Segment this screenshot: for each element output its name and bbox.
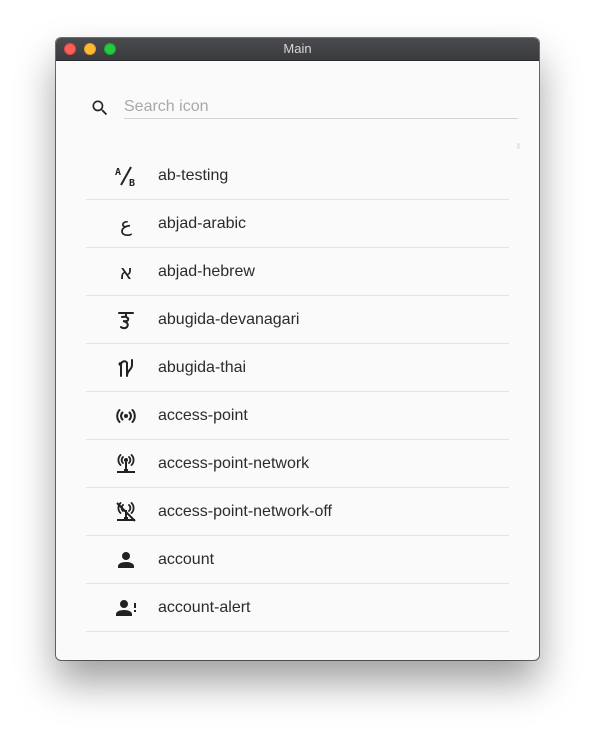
icon-name: access-point bbox=[158, 407, 248, 424]
icon-name: account-alert bbox=[158, 599, 251, 616]
account-icon bbox=[118, 552, 134, 568]
list-item[interactable]: abugida-devanagari bbox=[86, 296, 509, 344]
abjad-arabic-icon: ع bbox=[120, 212, 132, 236]
icon-name: access-point-network-off bbox=[158, 503, 332, 520]
icon-name: ab-testing bbox=[158, 167, 229, 184]
abjad-hebrew-icon: א bbox=[119, 260, 133, 284]
access-point-network-off-icon bbox=[116, 502, 136, 522]
search-bar bbox=[90, 96, 520, 120]
list-item[interactable]: ع abjad-arabic bbox=[86, 200, 509, 248]
title-bar[interactable]: Main bbox=[56, 38, 539, 61]
icon-name: account bbox=[158, 551, 215, 568]
icon-name: abjad-arabic bbox=[158, 215, 247, 232]
list-item[interactable]: access-point bbox=[86, 392, 509, 440]
search-input[interactable] bbox=[124, 96, 518, 119]
abugida-devanagari-icon bbox=[118, 312, 134, 330]
abugida-thai-icon bbox=[118, 359, 133, 377]
icon-name: abugida-thai bbox=[158, 359, 247, 376]
list-item[interactable]: access-point-network-off bbox=[86, 488, 509, 536]
list-item[interactable]: א abjad-hebrew bbox=[86, 248, 509, 296]
app-window: Main A B ab-testing ع abjad-arabic א abj… bbox=[56, 38, 539, 660]
access-point-network-icon bbox=[117, 454, 135, 473]
icon-list: A B ab-testing ع abjad-arabic א abjad-he… bbox=[86, 152, 509, 632]
list-item[interactable]: A B ab-testing bbox=[86, 152, 509, 200]
account-alert-icon bbox=[116, 600, 136, 616]
svg-text:A: A bbox=[115, 167, 121, 178]
list-item[interactable]: access-point-network bbox=[86, 440, 509, 488]
window-title: Main bbox=[283, 41, 312, 56]
svg-text:B: B bbox=[129, 178, 135, 188]
access-point-icon bbox=[116, 409, 136, 423]
list-item[interactable]: abugida-thai bbox=[86, 344, 509, 392]
icon-name: access-point-network bbox=[158, 455, 310, 472]
search-icon bbox=[92, 100, 108, 116]
list-item[interactable]: account-alert bbox=[86, 584, 509, 632]
list-item[interactable]: account bbox=[86, 536, 509, 584]
scrollbar[interactable] bbox=[517, 143, 520, 149]
icon-name: abjad-hebrew bbox=[158, 263, 255, 280]
ab-testing-icon: A B bbox=[115, 166, 135, 188]
icon-name: abugida-devanagari bbox=[158, 311, 300, 328]
